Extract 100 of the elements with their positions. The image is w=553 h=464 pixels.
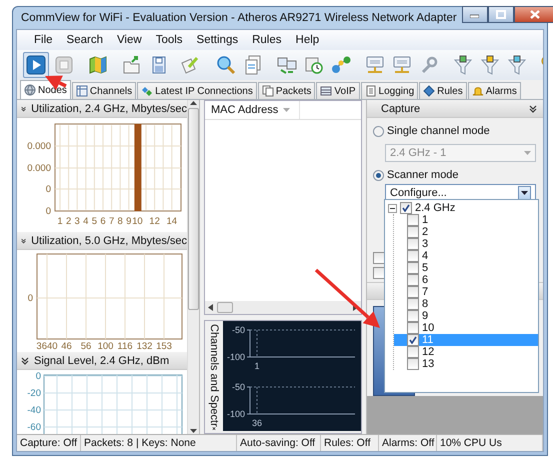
axis-label: -20 — [27, 388, 41, 399]
window-title: CommView for WiFi - Evaluation Version - Atheros AR9271 Wireless Network Adapter — [21, 12, 457, 24]
checkbox[interactable] — [407, 346, 419, 358]
tab[interactable]: Packets — [258, 82, 316, 99]
scroll-thumb[interactable] — [217, 302, 233, 313]
axis-label: -60 — [27, 422, 41, 433]
checkbox[interactable] — [373, 252, 385, 264]
checkbox[interactable] — [407, 214, 419, 226]
checkbox[interactable] — [407, 262, 419, 274]
minimize-icon[interactable] — [470, 12, 480, 18]
menu-item[interactable]: Settings — [190, 34, 246, 46]
wrench-icon[interactable] — [419, 55, 439, 75]
menu-item[interactable]: File — [27, 34, 60, 46]
tree-item[interactable]: 8 — [394, 298, 538, 310]
tree-item[interactable]: 5 — [394, 262, 538, 274]
map-icon[interactable] — [88, 55, 108, 75]
chevron-icon[interactable] — [21, 356, 29, 364]
sort-icon[interactable] — [283, 108, 290, 112]
scroll-thumb[interactable] — [188, 108, 199, 310]
radio-button[interactable] — [373, 170, 384, 180]
section-header[interactable]: Signal Level, 2.4 GHz, dBm — [17, 352, 187, 370]
tree-item[interactable]: 13 — [394, 358, 538, 370]
tree-item[interactable]: 10 — [394, 322, 538, 334]
documents-icon[interactable] — [243, 55, 263, 75]
monitor-icon[interactable] — [365, 55, 385, 75]
checkbox[interactable] — [407, 250, 419, 262]
play-button[interactable] — [23, 52, 49, 78]
checkbox[interactable] — [407, 334, 419, 346]
checkbox[interactable] — [373, 267, 385, 279]
radio-label[interactable]: Scanner mode — [387, 169, 459, 181]
tab[interactable]: VoIP — [316, 82, 360, 99]
radio-button[interactable] — [373, 126, 384, 136]
close-button[interactable] — [514, 6, 553, 23]
section-header[interactable]: Utilization, 2.4 GHz, Mbytes/sec — [17, 100, 187, 118]
chevron-icon[interactable] — [21, 104, 26, 112]
maximize-button[interactable] — [488, 6, 514, 23]
checkbox[interactable] — [407, 322, 419, 334]
folder-icon[interactable] — [122, 55, 142, 75]
axis-label: 10 — [132, 216, 143, 227]
tab[interactable]: Nodes — [20, 80, 71, 99]
caret-icon[interactable] — [521, 191, 528, 195]
tree-label: 7 — [422, 286, 428, 298]
axis-label: -50 — [232, 382, 245, 392]
checkbox[interactable] — [400, 202, 412, 214]
clock-icon[interactable] — [304, 55, 324, 75]
tree-item[interactable]: 1 — [394, 214, 538, 226]
tree-item[interactable]: 2 — [394, 226, 538, 238]
checkbox[interactable] — [407, 238, 419, 250]
filter-icon[interactable] — [480, 55, 500, 75]
checkbox[interactable] — [407, 310, 419, 322]
filter-icon[interactable] — [453, 55, 473, 75]
stop-icon[interactable] — [54, 55, 74, 75]
minimize-button[interactable] — [462, 6, 488, 23]
tab[interactable]: Channels — [72, 82, 136, 99]
radio-label[interactable]: Single channel mode — [387, 125, 490, 137]
column-header[interactable]: MAC Address — [205, 101, 300, 119]
close-icon[interactable] — [210, 426, 218, 430]
section-title: Signal Level, 2.4 GHz, dBm — [34, 354, 170, 366]
tree-label: 8 — [422, 298, 428, 310]
menu-item[interactable]: Help — [288, 34, 326, 46]
checkbox[interactable] — [407, 286, 419, 298]
tree-item[interactable]: 12 — [394, 346, 538, 358]
tab[interactable]: Alarms — [468, 82, 521, 99]
field-value: Configure... — [390, 187, 447, 199]
collapse-icon[interactable] — [388, 204, 397, 212]
filter-icon[interactable] — [507, 55, 527, 75]
scrollbar[interactable] — [187, 100, 199, 434]
document-pencil-icon[interactable] — [179, 55, 199, 75]
chevron-icon[interactable] — [529, 104, 537, 112]
chevron-icon[interactable] — [21, 236, 26, 244]
tree-item[interactable]: 9 — [394, 310, 538, 322]
tab[interactable]: Logging — [360, 82, 418, 99]
tree-item[interactable]: 6 — [394, 274, 538, 286]
tree-label: 6 — [422, 274, 428, 286]
field-value: 2.4 GHz - 1 — [390, 147, 446, 159]
scroll-right-icon[interactable] — [353, 304, 358, 311]
scroll-left-icon[interactable] — [208, 304, 213, 311]
checkbox[interactable] — [407, 226, 419, 238]
axis-label: -100 — [226, 409, 245, 419]
status-text: Packets: 8 | Keys: None — [81, 435, 237, 451]
computers-icon[interactable] — [277, 55, 297, 75]
menu-item[interactable]: Rules — [245, 34, 289, 46]
menu-item[interactable]: Tools — [148, 34, 190, 46]
checkbox[interactable] — [407, 274, 419, 286]
tree-item[interactable]: 7 — [394, 286, 538, 298]
network-icon[interactable] — [331, 55, 351, 75]
tree-item[interactable]: 3 — [394, 238, 538, 250]
scrollbar[interactable] — [205, 301, 361, 314]
section-header[interactable]: Utilization, 5.0 GHz, Mbytes/sec — [17, 232, 187, 250]
menu-item[interactable]: View — [110, 34, 149, 46]
checkbox[interactable] — [407, 358, 419, 370]
tree-item[interactable]: 2.4 GHz — [385, 202, 538, 214]
menu-item[interactable]: Search — [60, 34, 110, 46]
tab[interactable]: Rules — [419, 82, 467, 99]
checkbox[interactable] — [407, 298, 419, 310]
search-icon[interactable] — [216, 55, 236, 75]
tab[interactable]: Latest IP Connections — [137, 82, 257, 99]
tree-item[interactable]: 4 — [394, 250, 538, 262]
axis-label: 0.000 — [27, 141, 51, 152]
monitor-icon[interactable] — [392, 55, 412, 75]
